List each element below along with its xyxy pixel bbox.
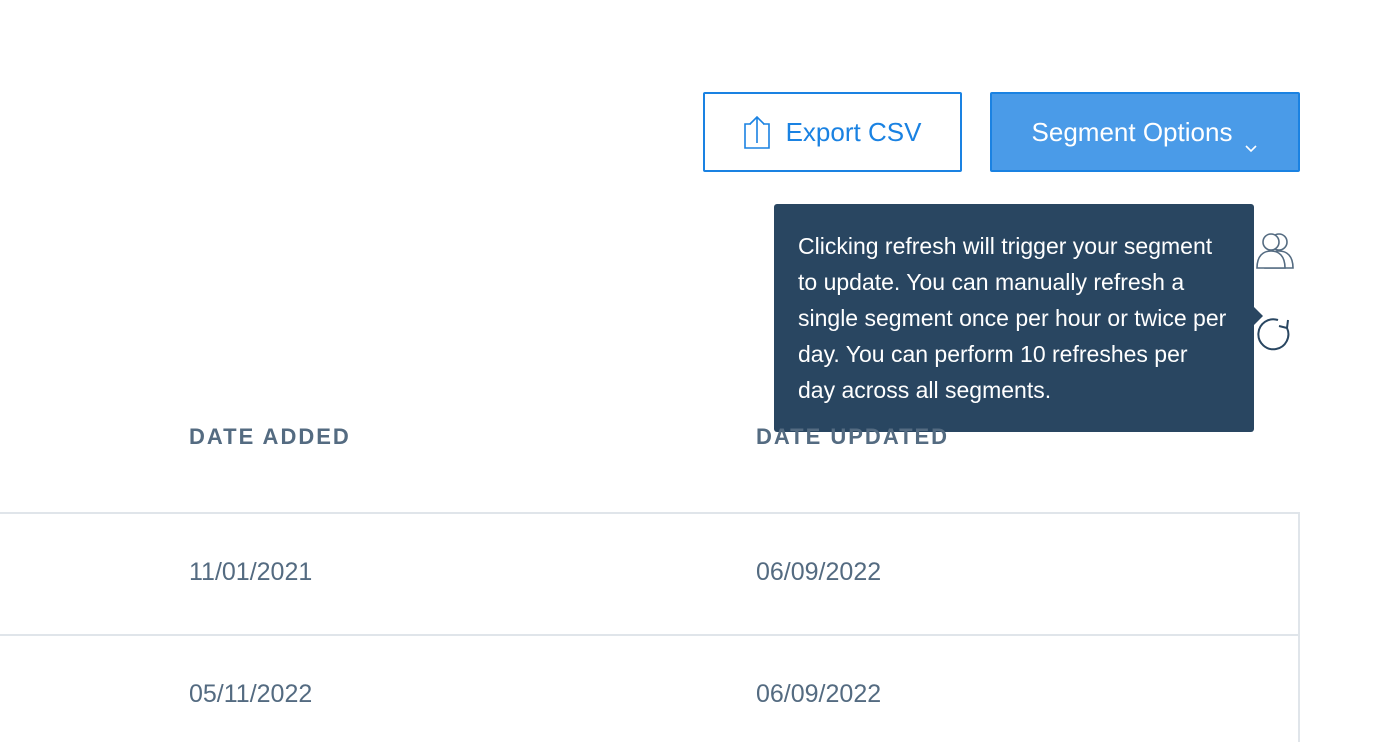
cell-date-updated: 06/09/2022: [756, 558, 882, 586]
segment-table: 11/01/2021 06/09/2022 05/11/2022 06/09/2…: [0, 512, 1300, 742]
upload-icon: [743, 115, 770, 149]
export-csv-label: Export CSV: [785, 116, 922, 147]
column-header-date-added[interactable]: DATE ADDED: [189, 424, 351, 450]
cell-date-updated: 06/09/2022: [756, 680, 882, 708]
segment-options-label: Segment Options: [1031, 116, 1233, 147]
table-row[interactable]: 11/01/2021 06/09/2022: [0, 512, 1298, 634]
tooltip-text: Clicking refresh will trigger your segme…: [798, 233, 1227, 403]
export-csv-button[interactable]: Export CSV: [703, 92, 962, 172]
column-header-date-updated[interactable]: DATE UPDATED: [756, 424, 949, 450]
refresh-tooltip: Clicking refresh will trigger your segme…: [774, 204, 1254, 432]
cell-date-added: 11/01/2021: [189, 558, 313, 586]
segment-page: Export CSV Segment Options Clicking refr…: [0, 0, 1396, 742]
chevron-down-icon: [1244, 129, 1258, 153]
table-row[interactable]: 05/11/2022 06/09/2022: [0, 634, 1298, 742]
cell-date-added: 05/11/2022: [189, 680, 313, 708]
tooltip-arrow: [1254, 307, 1263, 325]
segment-options-button[interactable]: Segment Options: [990, 92, 1300, 172]
contacts-icon[interactable]: [1254, 230, 1298, 270]
